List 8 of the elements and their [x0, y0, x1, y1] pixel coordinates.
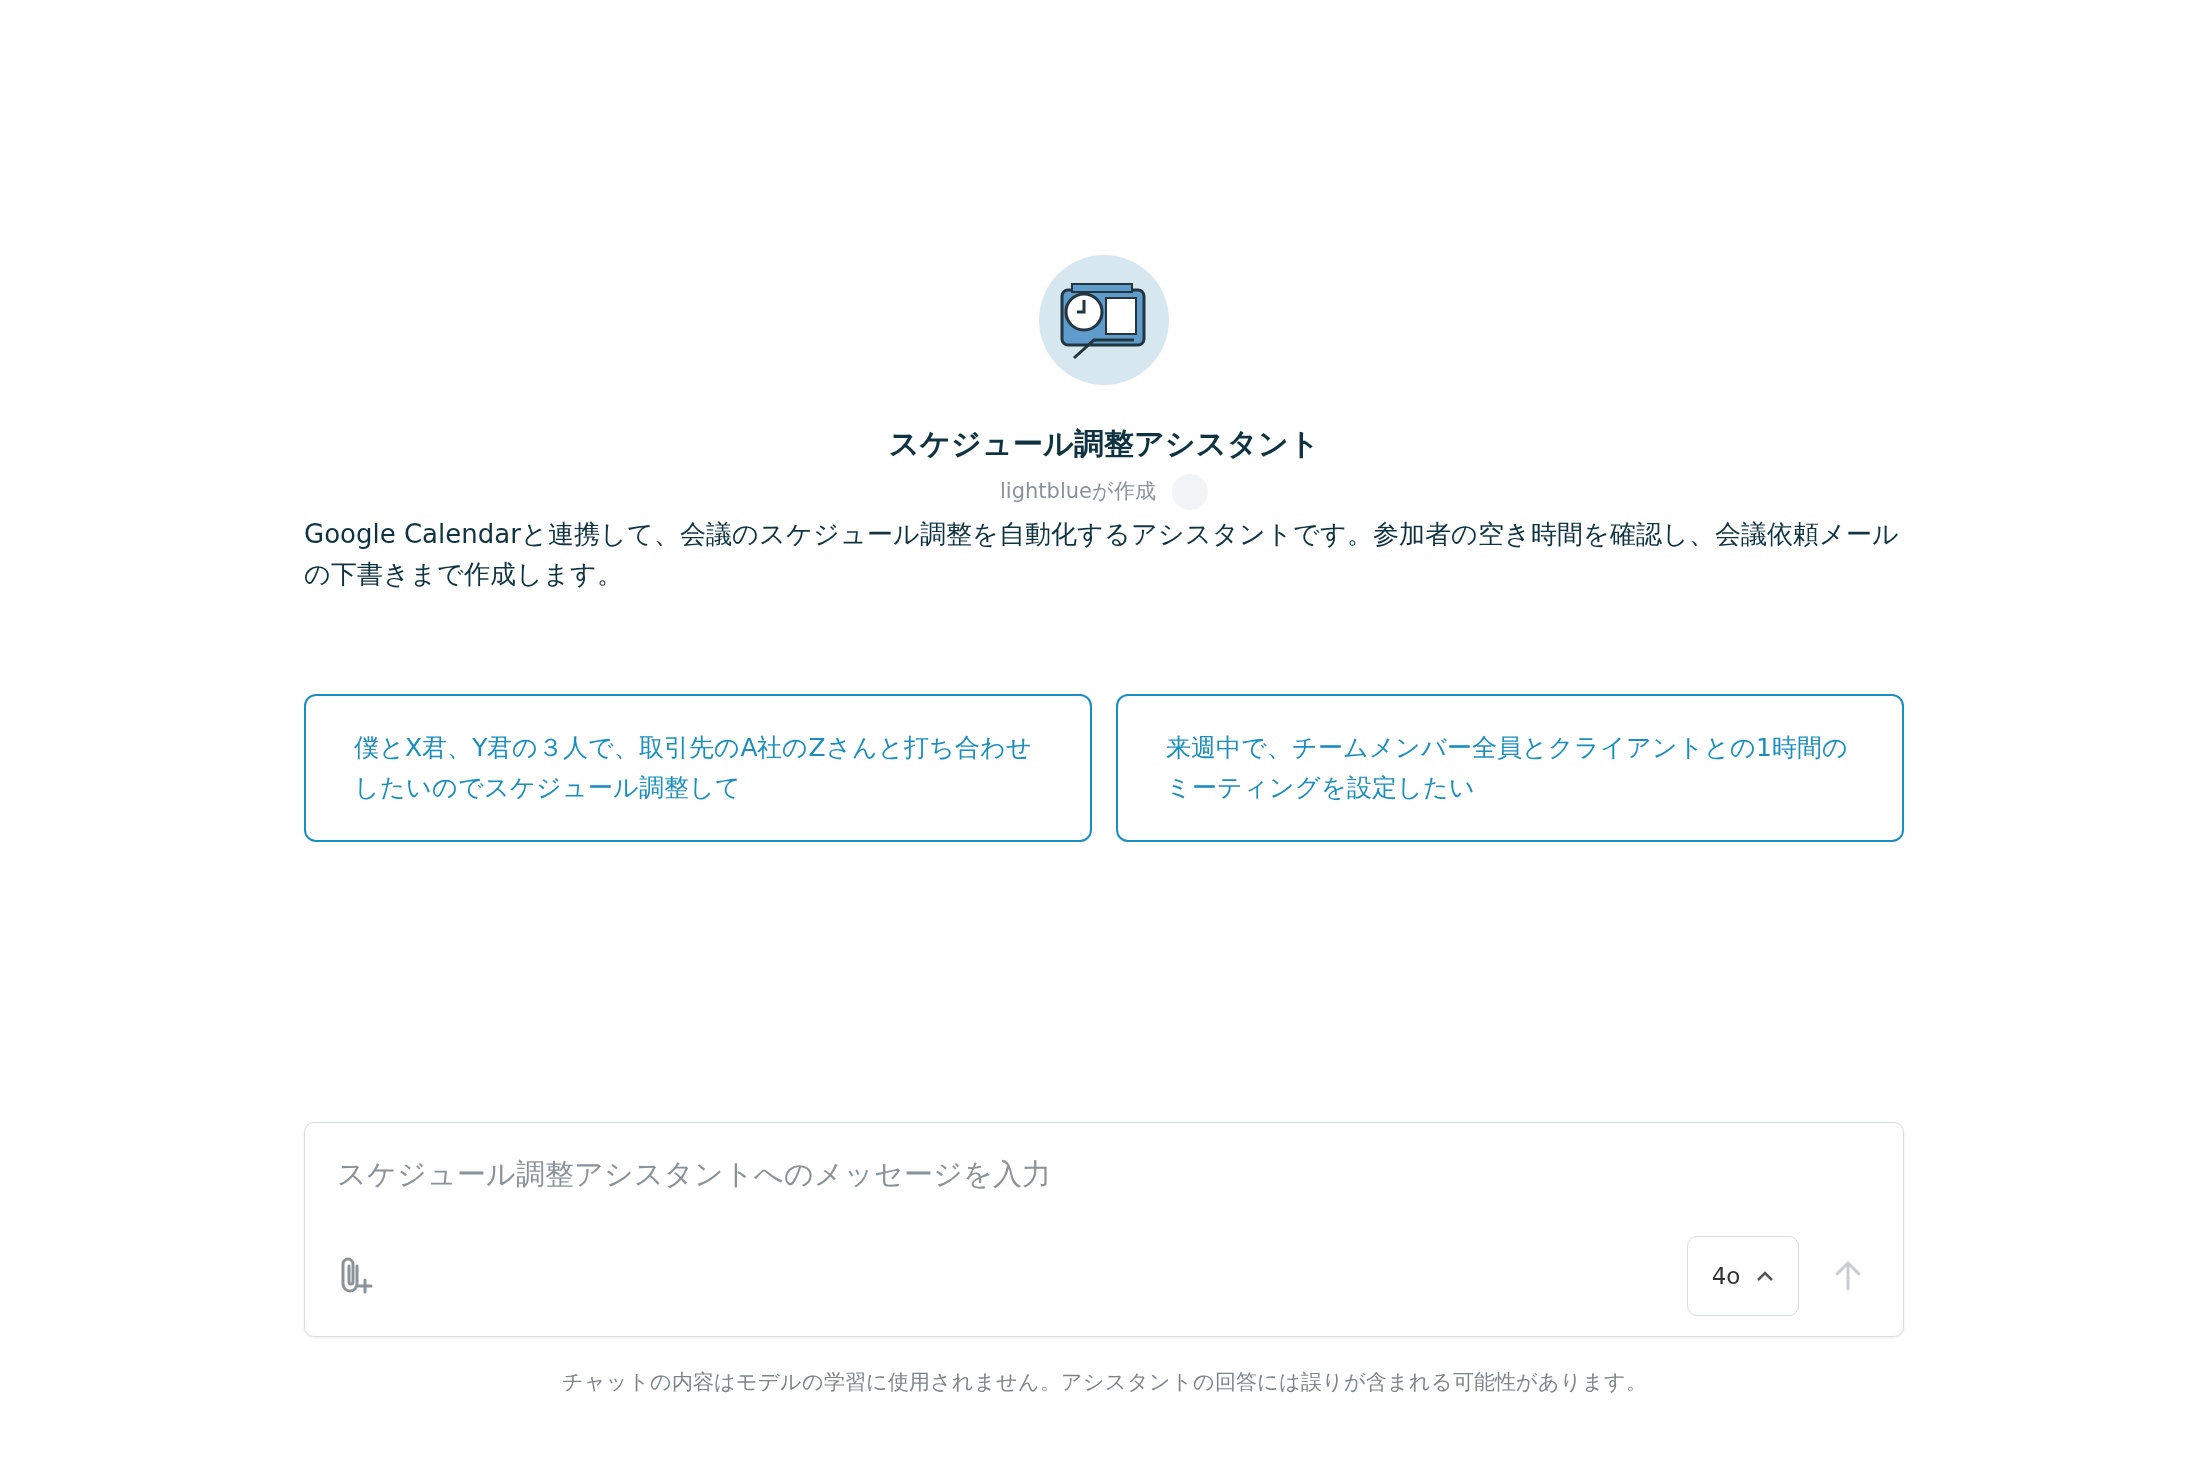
assistant-description: Google Calendarと連携して、会議のスケジュール調整を自動化するアシスタントです。参加者の空き時間を確認し、会議依頼メールの下書きまで作成します。	[304, 518, 1900, 591]
assistant-title: スケジュール調整アシスタント	[887, 425, 1321, 463]
chevron-up-icon	[1756, 1270, 1775, 1282]
suggestion-button[interactable]: 来週中で、チームメンバー全員とクライアントとの1時間のミーティングを設定したい	[1116, 694, 1904, 842]
model-selector[interactable]: 4o	[1687, 1236, 1799, 1316]
suggestion-button[interactable]: 僕とX君、Y君の３人で、取引先のA社のZさんと打ち合わせしたいのでスケジュール調整して	[304, 694, 1092, 842]
disclaimer-text: チャットの内容はモデルの学習に使用されません。アシスタントの回答には誤りが含まれる可能性があります。	[560, 1369, 1648, 1396]
author-byline: lightblueが作成	[1000, 478, 1156, 506]
